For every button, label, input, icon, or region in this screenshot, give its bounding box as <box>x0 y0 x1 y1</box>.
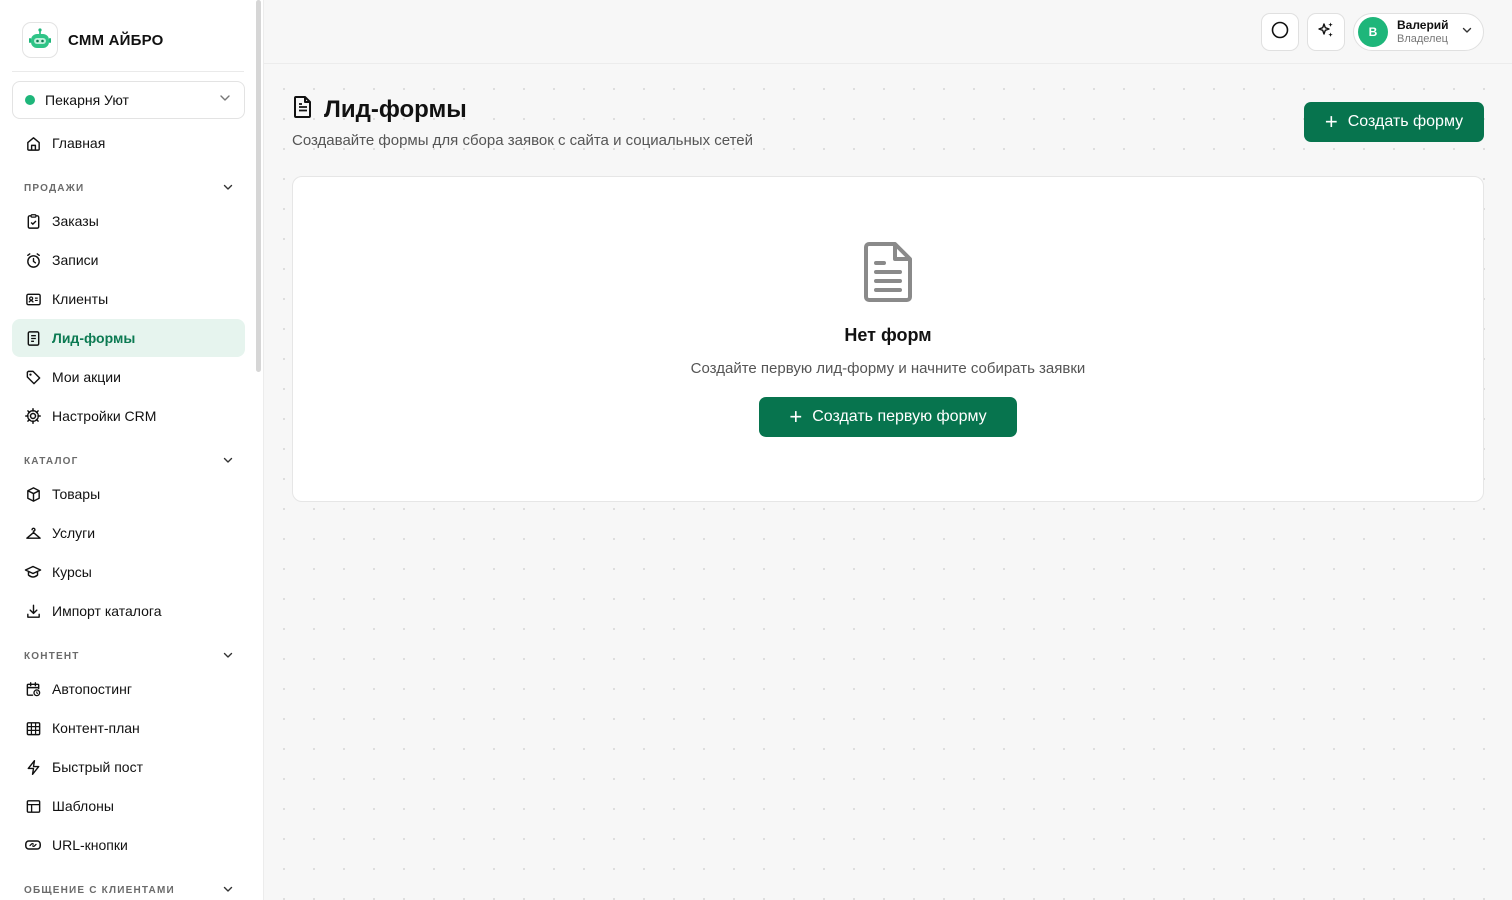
empty-state-text: Создайте первую лид-форму и начните соби… <box>690 360 1086 377</box>
chevron-down-icon <box>222 883 234 898</box>
chevron-down-icon <box>222 181 234 196</box>
sidebar-item-label: Лид-формы <box>52 330 136 346</box>
sidebar-item-services[interactable]: Услуги <box>12 514 245 552</box>
contact-card-icon <box>24 290 42 308</box>
link-button-icon <box>24 836 42 854</box>
sidebar: СММ АЙБРО Пекарня Уют Главная ПРОДАЖИ За… <box>0 0 264 900</box>
chevron-down-icon <box>1461 23 1473 41</box>
gear-icon <box>24 407 42 425</box>
sidebar-item-label: Быстрый пост <box>52 759 143 775</box>
empty-state-card: Нет форм Создайте первую лид-форму и нач… <box>292 176 1484 502</box>
form-icon <box>24 329 42 347</box>
store-status-dot <box>25 95 35 105</box>
sidebar-item-label: Товары <box>52 486 101 502</box>
sidebar-item-label: Импорт каталога <box>52 603 162 619</box>
user-role: Владелец <box>1397 32 1448 45</box>
chevron-down-icon <box>218 91 232 110</box>
page-subtitle: Создавайте формы для сбора заявок с сайт… <box>292 132 754 149</box>
page-title: Лид-формы <box>324 95 467 123</box>
chevron-down-icon <box>222 454 234 469</box>
sidebar-item-label: URL-кнопки <box>52 837 128 853</box>
sidebar-item-promotions[interactable]: Мои акции <box>12 358 245 396</box>
section-title: ПРОДАЖИ <box>24 183 85 194</box>
avatar: В <box>1358 17 1388 47</box>
lightning-icon <box>24 758 42 776</box>
section-catalog-toggle[interactable]: КАТАЛОГ <box>24 454 234 469</box>
sidebar-item-products[interactable]: Товары <box>12 475 245 513</box>
sidebar-item-label: Шаблоны <box>52 798 114 814</box>
section-sales-toggle[interactable]: ПРОДАЖИ <box>24 181 234 196</box>
create-first-form-button-label: Создать первую форму <box>812 408 987 425</box>
section-title: ОБЩЕНИЕ С КЛИЕНТАМИ <box>24 885 175 896</box>
page-header: Лид-формы <box>292 95 467 124</box>
sidebar-item-content-plan[interactable]: Контент-план <box>12 709 245 747</box>
sidebar-item-label: Записи <box>52 252 99 268</box>
home-icon <box>24 134 42 152</box>
section-content-toggle[interactable]: КОНТЕНТ <box>24 649 234 664</box>
ai-assistant-button[interactable] <box>1307 13 1345 51</box>
sidebar-item-home[interactable]: Главная <box>12 124 245 162</box>
create-first-form-button[interactable]: + Создать первую форму <box>759 397 1017 437</box>
sidebar-item-url-buttons[interactable]: URL-кнопки <box>12 826 245 864</box>
store-selector[interactable]: Пекарня Уют <box>12 81 245 119</box>
sidebar-item-clients[interactable]: Клиенты <box>12 280 245 318</box>
sidebar-item-label: Настройки CRM <box>52 408 157 424</box>
robot-logo-icon <box>22 22 58 58</box>
user-name: Валерий <box>1397 17 1449 32</box>
clipboard-check-icon <box>24 212 42 230</box>
sidebar-item-bookings[interactable]: Записи <box>12 241 245 279</box>
download-icon <box>24 602 42 620</box>
sidebar-item-templates[interactable]: Шаблоны <box>12 787 245 825</box>
sidebar-item-label: Курсы <box>52 564 92 580</box>
sidebar-scrollbar[interactable] <box>256 0 261 372</box>
layout-icon <box>24 797 42 815</box>
document-icon <box>292 95 314 124</box>
user-menu[interactable]: В Валерий Владелец <box>1353 13 1484 51</box>
brand[interactable]: СММ АЙБРО <box>22 22 163 58</box>
sidebar-item-label: Главная <box>52 135 106 151</box>
create-form-button[interactable]: + Создать форму <box>1304 102 1484 142</box>
store-name: Пекарня Уют <box>45 92 129 108</box>
graduation-cap-icon <box>24 563 42 581</box>
divider <box>12 71 244 72</box>
sparkles-icon <box>1316 20 1336 45</box>
sidebar-item-label: Мои акции <box>52 369 121 385</box>
sidebar-item-label: Контент-план <box>52 720 140 736</box>
plus-icon: + <box>789 404 803 429</box>
empty-state-title: Нет форм <box>844 325 932 345</box>
hanger-icon <box>24 524 42 542</box>
sidebar-item-label: Заказы <box>52 213 99 229</box>
circle-icon <box>1270 20 1290 45</box>
box-icon <box>24 485 42 503</box>
sidebar-item-lead-forms[interactable]: Лид-формы <box>12 319 245 357</box>
create-form-button-label: Создать форму <box>1347 113 1464 130</box>
main-content: Лид-формы Создавайте формы для сбора зая… <box>264 65 1512 900</box>
user-info: Валерий Владелец <box>1397 17 1461 45</box>
sidebar-item-quick-post[interactable]: Быстрый пост <box>12 748 245 786</box>
sidebar-item-label: Автопостинг <box>52 681 132 697</box>
grid-calendar-icon <box>24 719 42 737</box>
topbar: В Валерий Владелец <box>264 0 1512 64</box>
sidebar-item-autoposting[interactable]: Автопостинг <box>12 670 245 708</box>
sidebar-item-label: Клиенты <box>52 291 109 307</box>
empty-document-icon <box>861 241 915 308</box>
calendar-clock-icon <box>24 680 42 698</box>
section-communication-toggle[interactable]: ОБЩЕНИЕ С КЛИЕНТАМИ <box>24 883 234 898</box>
brand-name: СММ АЙБРО <box>68 31 164 49</box>
chevron-down-icon <box>222 649 234 664</box>
sidebar-item-courses[interactable]: Курсы <box>12 553 245 591</box>
sidebar-item-label: Услуги <box>52 525 96 541</box>
tag-icon <box>24 368 42 386</box>
sidebar-item-orders[interactable]: Заказы <box>12 202 245 240</box>
section-title: КАТАЛОГ <box>24 456 79 467</box>
sidebar-item-crm-settings[interactable]: Настройки CRM <box>12 397 245 435</box>
alarm-clock-icon <box>24 251 42 269</box>
sidebar-item-catalog-import[interactable]: Импорт каталога <box>12 592 245 630</box>
status-button[interactable] <box>1261 13 1299 51</box>
plus-icon: + <box>1324 109 1338 134</box>
section-title: КОНТЕНТ <box>24 651 80 662</box>
